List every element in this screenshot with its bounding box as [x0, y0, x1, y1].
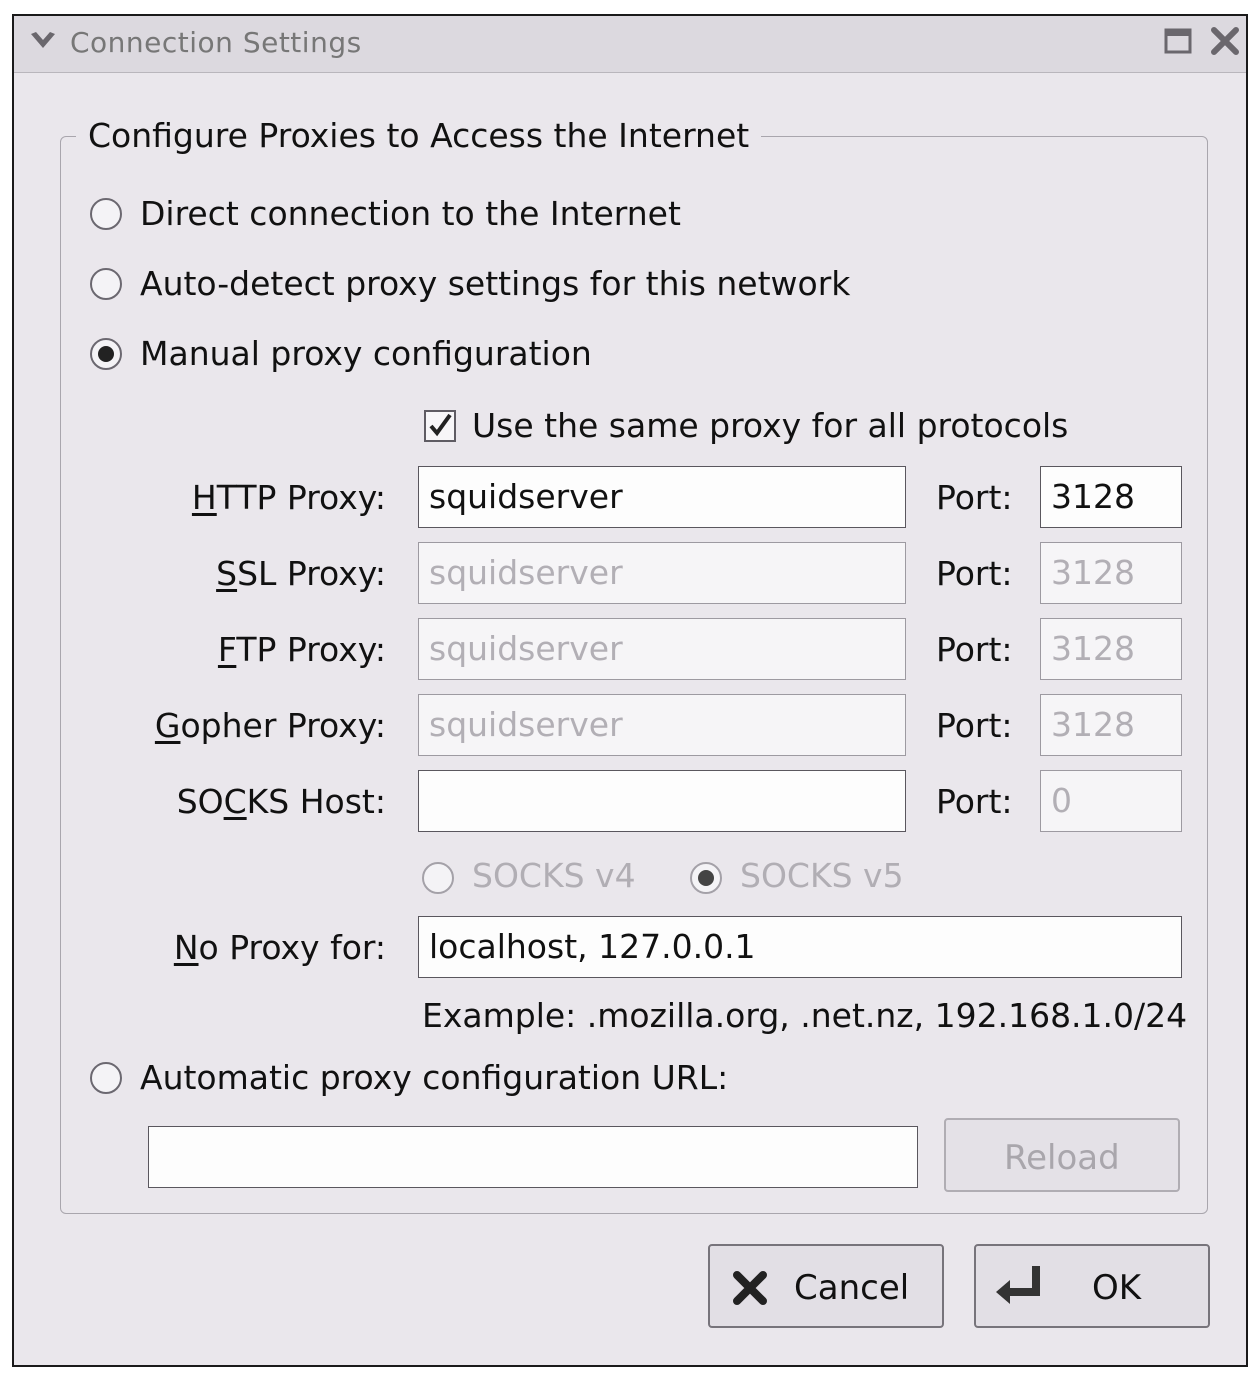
manual-proxy-radio[interactable]	[90, 338, 122, 370]
same-proxy-checkbox[interactable]	[424, 410, 456, 442]
checkmark-icon	[429, 413, 452, 437]
manual-proxy-label[interactable]: Manual proxy configuration	[140, 334, 592, 373]
reload-button[interactable]: Reload	[944, 1118, 1180, 1192]
http-port-input[interactable]: 3128	[1040, 466, 1182, 528]
title-bar[interactable]: Connection Settings	[14, 16, 1246, 73]
direct-connection-radio[interactable]	[90, 198, 122, 230]
group-title: Configure Proxies to Access the Internet	[76, 116, 762, 155]
ftp-port-input[interactable]: 3128	[1040, 618, 1182, 680]
ok-button[interactable]: OK	[974, 1244, 1210, 1328]
socks-v4-label[interactable]: SOCKS v4	[472, 856, 636, 895]
reload-button-label: Reload	[1004, 1138, 1120, 1178]
connection-settings-dialog: Connection Settings Configure Proxies to…	[12, 14, 1248, 1367]
close-window-icon[interactable]	[1208, 24, 1242, 58]
window-menu-chevron-icon[interactable]	[28, 26, 58, 56]
auto-url-radio[interactable]	[90, 1062, 122, 1094]
ssl-port-input[interactable]: 3128	[1040, 542, 1182, 604]
socks-v4-radio[interactable]	[422, 862, 454, 894]
http-port-label: Port:	[936, 478, 1013, 517]
ok-button-label: OK	[1092, 1268, 1142, 1308]
auto-detect-label[interactable]: Auto-detect proxy settings for this netw…	[140, 264, 850, 303]
socks-v5-label[interactable]: SOCKS v5	[740, 856, 904, 895]
same-proxy-label[interactable]: Use the same proxy for all protocols	[472, 406, 1068, 445]
ssl-port-label: Port:	[936, 554, 1013, 593]
socks-host-input[interactable]	[418, 770, 906, 832]
ftp-proxy-label: FTP Proxy:	[217, 630, 386, 669]
gopher-port-label: Port:	[936, 706, 1013, 745]
ssl-proxy-label: SSL Proxy:	[216, 554, 386, 593]
socks-port-label: Port:	[936, 782, 1013, 821]
maximize-icon[interactable]	[1162, 24, 1196, 58]
window-title: Connection Settings	[70, 26, 362, 59]
cancel-x-icon	[730, 1268, 770, 1308]
cancel-button[interactable]: Cancel	[708, 1244, 944, 1328]
gopher-proxy-input[interactable]: squidserver	[418, 694, 906, 756]
no-proxy-example: Example: .mozilla.org, .net.nz, 192.168.…	[422, 996, 1188, 1035]
http-proxy-input[interactable]: squidserver	[418, 466, 906, 528]
socks-port-input[interactable]: 0	[1040, 770, 1182, 832]
enter-arrow-icon	[992, 1262, 1044, 1310]
no-proxy-label: No Proxy for:	[173, 928, 386, 967]
socks-host-label: SOCKS Host:	[176, 782, 386, 821]
ftp-proxy-input[interactable]: squidserver	[418, 618, 906, 680]
gopher-port-input[interactable]: 3128	[1040, 694, 1182, 756]
auto-detect-radio[interactable]	[90, 268, 122, 300]
direct-connection-label[interactable]: Direct connection to the Internet	[140, 194, 681, 233]
socks-v5-radio[interactable]	[690, 862, 722, 894]
auto-url-label[interactable]: Automatic proxy configuration URL:	[140, 1058, 728, 1097]
http-proxy-label: HTTP Proxy:	[191, 478, 386, 517]
cancel-button-label: Cancel	[794, 1268, 910, 1308]
ftp-port-label: Port:	[936, 630, 1013, 669]
auto-url-input[interactable]	[148, 1126, 918, 1188]
ssl-proxy-input[interactable]: squidserver	[418, 542, 906, 604]
no-proxy-input[interactable]: localhost, 127.0.0.1	[418, 916, 1182, 978]
gopher-proxy-label: Gopher Proxy:	[154, 706, 386, 745]
